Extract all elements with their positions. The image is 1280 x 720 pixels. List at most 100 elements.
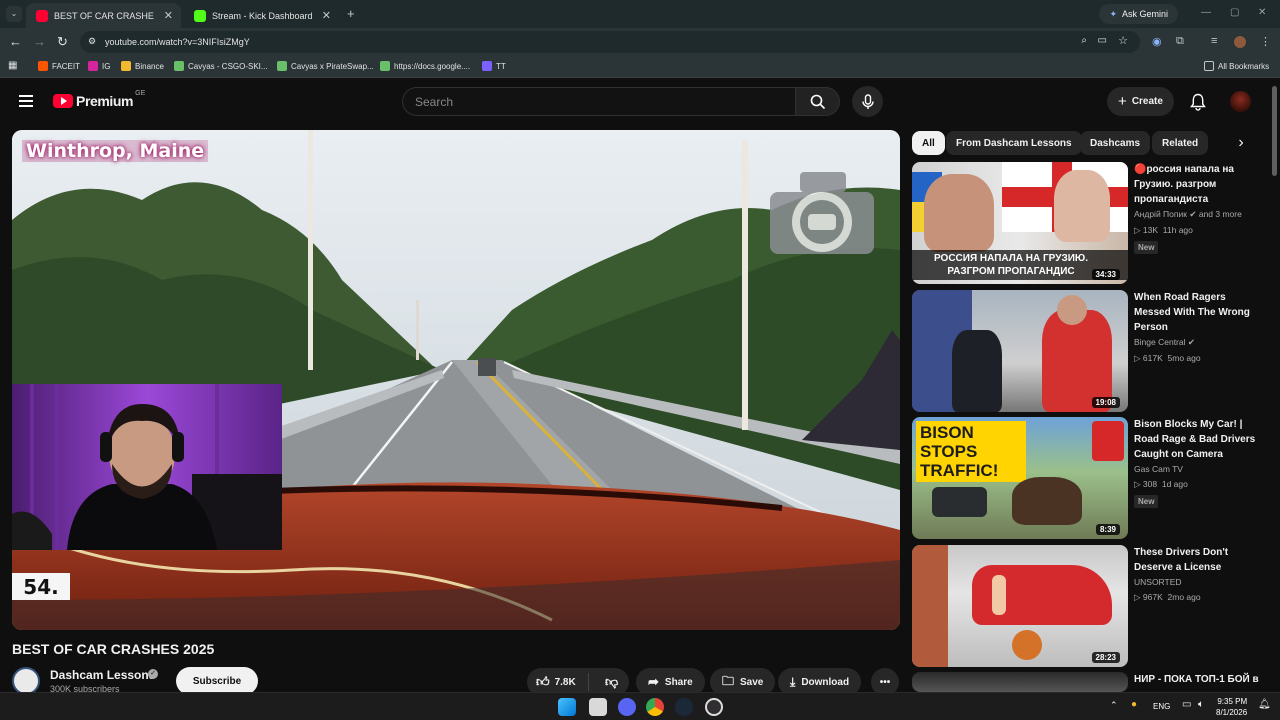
input-language[interactable]: ENG [1153, 702, 1170, 711]
video-title[interactable]: НИР - ПОКА ТОП-1 БОЙ в [1134, 672, 1262, 687]
youtube-premium-logo[interactable]: Premium GE [53, 90, 145, 109]
video-thumbnail[interactable]: РОССИЯ НАПАЛА НА ГРУЗИЮ. РАЗГРОМ ПРОПАГА… [912, 162, 1128, 284]
voice-search-button[interactable] [852, 86, 883, 117]
apps-grid-icon[interactable]: ▦ [8, 60, 17, 71]
chip-related[interactable]: Related [1152, 131, 1209, 155]
channel-avatar[interactable] [12, 667, 40, 695]
search-button[interactable] [795, 87, 840, 116]
obs-icon[interactable] [705, 698, 723, 716]
file-explorer-icon[interactable] [589, 698, 607, 716]
ask-gemini-button[interactable]: ✦ Ask Gemini [1099, 4, 1178, 24]
volume-icon[interactable]: 🔈︎ [1198, 699, 1204, 710]
folder-icon [1204, 61, 1214, 71]
forward-icon[interactable]: → [33, 34, 46, 49]
save-label: Save [740, 676, 764, 688]
close-window-icon[interactable]: ✕ [1258, 7, 1266, 18]
video-title[interactable]: 🔴россия напала на Грузию. разгром пропаг… [1134, 162, 1262, 207]
close-tab-icon[interactable]: ✕ [164, 9, 173, 22]
browser-menu-icon[interactable]: ⋮ [1260, 35, 1271, 48]
bookmark-label: Cavyas x PirateSwap... [291, 61, 374, 71]
plus-icon: + [1118, 93, 1127, 110]
bookmark-faceit[interactable]: FACEIT [38, 61, 80, 71]
extension-icon[interactable]: ◉ [1152, 35, 1162, 48]
channel-name[interactable]: Gas Cam TV [1134, 464, 1262, 474]
create-button[interactable]: + Create [1107, 87, 1174, 116]
subscribe-button[interactable]: Subscribe [176, 667, 258, 695]
tab-search-icon[interactable]: ⌄ [6, 6, 22, 22]
video-meta: ▷ 617K 5mo ago [1134, 353, 1262, 364]
tab-kick-dashboard[interactable]: Stream - Kick Dashboard ✕ [184, 3, 339, 28]
dislike-button[interactable]: 👎︎ [595, 674, 618, 690]
bookmark-star-icon[interactable]: ☆ [1118, 34, 1128, 47]
recommended-video[interactable]: BISON STOPS TRAFFIC! 8:39 Bison Blocks M… [912, 417, 1272, 539]
bookmark-label: Binance [135, 61, 164, 71]
subscribe-label: Subscribe [192, 675, 242, 687]
video-thumbnail[interactable]: 19:08 [912, 290, 1128, 412]
zoom-icon[interactable]: ⌕ [1081, 35, 1087, 46]
reload-icon[interactable]: ↻ [57, 34, 68, 50]
video-thumbnail[interactable]: 28:23 [912, 545, 1128, 667]
cast-icon[interactable]: ▭ [1098, 35, 1107, 46]
recommended-video[interactable]: НИР - ПОКА ТОП-1 БОЙ в [912, 672, 1272, 692]
discord-icon[interactable] [618, 698, 636, 716]
search-input[interactable]: Search [402, 87, 796, 116]
channel-name[interactable]: Binge Central [1134, 337, 1186, 347]
logo-text: Premium [76, 93, 134, 109]
bookmark-cavyas-pirate[interactable]: Cavyas x PirateSwap... [277, 61, 374, 71]
channel-name[interactable]: Андрій Попик [1134, 209, 1187, 219]
minimize-icon[interactable]: — [1201, 7, 1211, 18]
windows-start-icon[interactable] [558, 698, 576, 716]
back-icon[interactable]: ← [9, 34, 22, 49]
video-thumbnail[interactable]: BISON STOPS TRAFFIC! 8:39 [912, 417, 1128, 539]
play-icon: ▷ [1134, 592, 1141, 602]
video-meta: ▷ 13K 11h ago [1134, 225, 1262, 236]
notifications-icon[interactable]: 🔔︎ [1258, 699, 1271, 710]
chrome-icon[interactable] [646, 698, 664, 716]
view-count: 617K [1142, 353, 1163, 363]
address-bar[interactable]: ⚙ youtube.com/watch?v=3NIFIsiZMgY ⌕ ▭ ☆ [80, 31, 1140, 53]
chips-next-chevron-icon[interactable]: › [1226, 131, 1256, 155]
chip-dashcams[interactable]: Dashcams [1080, 131, 1151, 155]
network-icon[interactable]: ▭ [1182, 699, 1191, 710]
video-thumbnail[interactable] [912, 672, 1128, 692]
user-avatar[interactable] [1230, 91, 1251, 112]
profile-avatar-icon[interactable] [1234, 36, 1246, 48]
microphone-tray-icon[interactable]: ● [1131, 699, 1137, 710]
bookmark-binance[interactable]: Binance [121, 61, 164, 71]
youtube-header: Premium GE Search + Create [0, 80, 1280, 124]
tab-youtube[interactable]: BEST OF CAR CRASHES 2025 - ... ✕ [26, 3, 181, 28]
reading-list-icon[interactable]: ≡ [1211, 35, 1217, 47]
close-tab-icon[interactable]: ✕ [322, 9, 331, 22]
video-title[interactable]: These Drivers Don't Deserve a License [1134, 545, 1262, 575]
verified-check-icon: ✓ [148, 669, 158, 679]
bookmark-tt[interactable]: TT [482, 61, 506, 71]
chip-all[interactable]: All [912, 131, 945, 155]
recommended-video[interactable]: 19:08 When Road Ragers Messed With The W… [912, 290, 1272, 412]
channel-name[interactable]: UNSORTED [1134, 577, 1262, 587]
new-tab-button[interactable]: + [347, 6, 355, 21]
chip-from-dashcam-lessons[interactable]: From Dashcam Lessons [946, 131, 1082, 155]
recommended-video[interactable]: РОССИЯ НАПАЛА НА ГРУЗИЮ. РАЗГРОМ ПРОПАГА… [912, 162, 1272, 284]
steam-icon[interactable] [675, 698, 693, 716]
video-title[interactable]: When Road Ragers Messed With The Wrong P… [1134, 290, 1262, 335]
video-player[interactable]: Winthrop, Maine 54. [12, 130, 900, 630]
page-scrollbar[interactable] [1272, 86, 1277, 176]
bookmark-ig[interactable]: IG [88, 61, 110, 71]
site-info-icon[interactable]: ⚙ [88, 36, 96, 47]
system-clock[interactable]: 9:35 PM 8/1/2026 [1216, 696, 1247, 718]
view-count: 13K [1142, 225, 1159, 235]
channel-name[interactable]: Dashcam Lessons [50, 668, 155, 682]
menu-hamburger-icon[interactable] [19, 95, 33, 107]
maximize-icon[interactable]: ▢ [1230, 7, 1239, 18]
extensions-puzzle-icon[interactable]: ⧉ [1176, 35, 1184, 48]
all-bookmarks[interactable]: All Bookmarks [1204, 61, 1269, 71]
bookmark-label: FACEIT [52, 61, 81, 71]
like-button[interactable]: 👍︎ 7.8K [527, 673, 589, 691]
video-info: Bison Blocks My Car! | Road Rage & Bad D… [1134, 417, 1262, 509]
tray-chevron-icon[interactable]: ⌃ [1110, 700, 1118, 711]
video-title[interactable]: Bison Blocks My Car! | Road Rage & Bad D… [1134, 417, 1262, 462]
bookmark-cavyas-csgo[interactable]: Cavyas - CSGO-SKI... [174, 61, 268, 71]
recommended-video[interactable]: 28:23 These Drivers Don't Deserve a Lice… [912, 545, 1272, 667]
notifications-bell-icon[interactable] [1190, 93, 1206, 111]
bookmark-google-docs[interactable]: https://docs.google.... [380, 61, 470, 71]
